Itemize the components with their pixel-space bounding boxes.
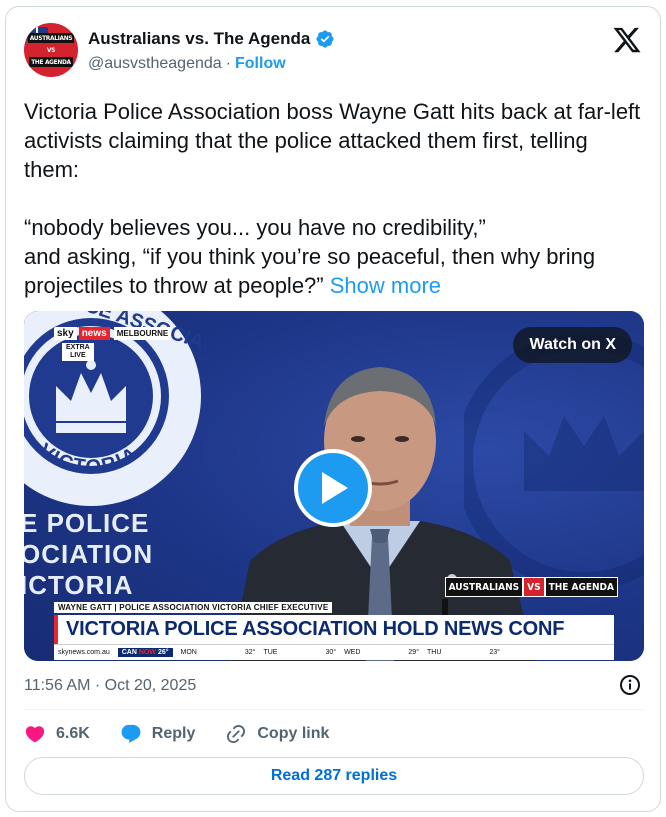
like-count: 6.6K — [56, 725, 90, 742]
ticker-day-1: MON — [180, 649, 197, 656]
display-name[interactable]: Australians vs. The Agenda — [88, 29, 310, 49]
play-icon — [322, 472, 348, 504]
ticker-temp-3: 29° — [408, 649, 419, 656]
news-word: news — [78, 327, 110, 340]
like-button[interactable]: 6.6K — [24, 723, 90, 745]
tweet-paragraph-1: Victoria Police Association boss Wayne G… — [24, 99, 641, 182]
ticker-now: CAN NOW 26° — [117, 648, 173, 657]
avatar-logo-line-2: VS — [44, 45, 58, 55]
tweet-text: Victoria Police Association boss Wayne G… — [24, 97, 644, 300]
copy-link-label: Copy link — [257, 725, 330, 742]
copy-link-button[interactable]: Copy link — [225, 723, 329, 745]
reply-label: Reply — [151, 725, 196, 742]
x-logo-icon[interactable] — [612, 25, 642, 55]
tweet-timestamp[interactable]: 11:56 AM · Oct 20, 2025 — [24, 677, 196, 695]
ticker-day-2: TUE — [263, 649, 278, 656]
watermark-part-1: AUSTRALIANS — [444, 577, 524, 597]
tweet-card: AUSTRALIANS VS THE AGENDA Australians vs… — [5, 6, 661, 812]
avatar-logo-line-3: THE AGENDA — [29, 57, 73, 67]
wall-text-line-2: OCIATION — [24, 539, 154, 569]
sky-news-logo: sky news MELBOURNE — [54, 327, 172, 340]
ticker-site: skynews.com.au — [58, 649, 110, 656]
ticker-temp-1: 32° — [244, 649, 256, 656]
show-more-link[interactable]: Show more — [330, 273, 441, 298]
wall-text-line-1: E POLICE — [24, 508, 150, 538]
ticker-day-3: WED — [344, 649, 361, 656]
video-player[interactable]: VICTORIA LICE ASSOCIATION E POLICE OCIAT… — [24, 311, 644, 661]
play-button[interactable] — [294, 449, 372, 527]
reply-button[interactable]: Reply — [120, 723, 196, 745]
tweet-paragraph-2-text: and asking, “if you think you’re so peac… — [24, 244, 596, 298]
avatar[interactable]: AUSTRALIANS VS THE AGENDA — [24, 23, 78, 77]
extra-label: EXTRA — [66, 344, 90, 351]
can-label: CAN — [121, 649, 137, 656]
heart-icon — [25, 726, 45, 743]
watermark-part-2: VS — [523, 577, 545, 597]
news-headline: VICTORIA POLICE ASSOCIATION HOLD NEWS CO… — [54, 615, 614, 644]
police-seal-icon: VICTORIA LICE ASSOCIATION — [24, 311, 206, 506]
tweet-paragraph-2-line-1: “nobody believes you... you have no cred… — [24, 215, 486, 240]
verified-badge-icon — [316, 30, 334, 48]
ticker-day-4: THU — [427, 649, 442, 656]
watch-on-x-button[interactable]: Watch on X — [513, 327, 632, 363]
link-icon — [227, 724, 246, 744]
sky-word: sky — [54, 327, 77, 340]
speaker-caption: WAYNE GATT | POLICE ASSOCIATION VICTORIA… — [54, 602, 333, 613]
avatar-logo-line-1: AUSTRALIANS — [27, 33, 75, 43]
live-label: LIVE — [70, 352, 86, 359]
news-ticker: skynews.com.au CAN NOW 26° MON 32° TUE 3… — [54, 644, 614, 660]
ticker-temp-4: 23° — [489, 649, 500, 656]
reply-bubble-icon — [121, 724, 141, 743]
watermark-part-3: THE AGENDA — [544, 577, 618, 597]
watermark-logo: AUSTRALIANS VS THE AGENDA — [444, 577, 618, 597]
read-replies-button[interactable]: Read 287 replies — [24, 757, 644, 795]
channel-city: MELBOURNE — [113, 327, 172, 340]
author-name-row: Australians vs. The Agenda — [88, 29, 335, 49]
action-bar: 6.6K Reply Copy link — [24, 719, 359, 749]
now-label: NOW — [138, 649, 156, 656]
follow-button[interactable]: Follow — [235, 55, 286, 73]
ticker-temp-2: 30° — [325, 649, 337, 656]
handle-row: @ausvstheagenda · Follow — [88, 55, 286, 73]
handle[interactable]: @ausvstheagenda — [88, 55, 222, 73]
now-temp: 26° — [157, 649, 169, 656]
extra-live-badge: EXTRA LIVE — [62, 343, 94, 361]
separator: · — [225, 55, 231, 72]
lower-third: AUSTRALIANS VS THE AGENDA WAYNE GATT | P… — [54, 577, 618, 660]
tweet-paragraph-2-line-2: and asking, “if you think you’re so peac… — [24, 242, 644, 300]
divider — [24, 709, 644, 710]
info-icon[interactable] — [618, 673, 642, 697]
